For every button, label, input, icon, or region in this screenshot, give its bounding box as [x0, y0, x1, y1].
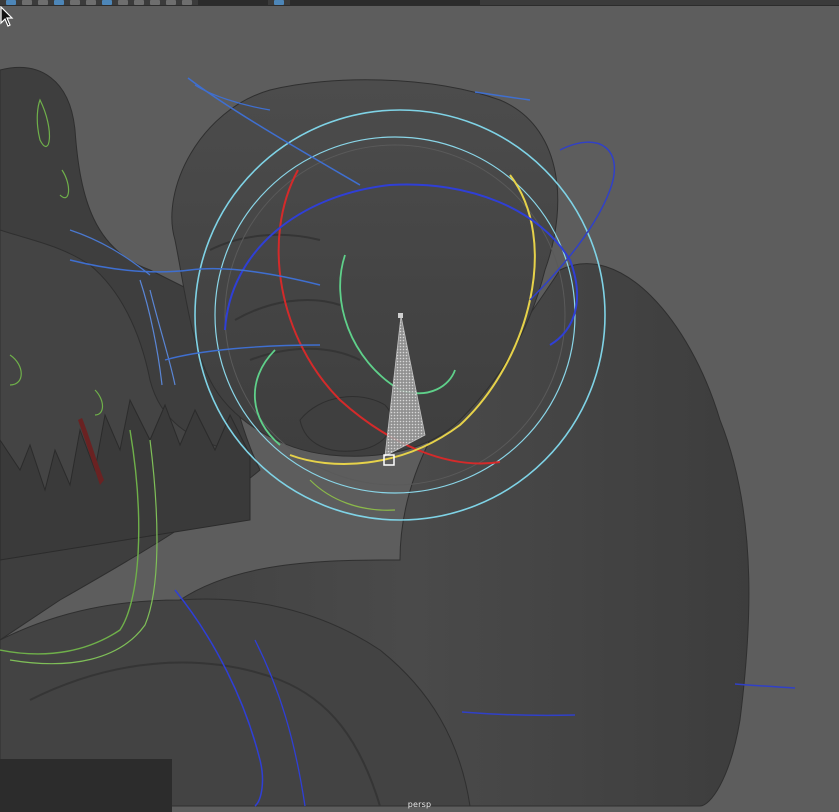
select-tool-button[interactable] — [6, 0, 16, 5]
scale-tool-button[interactable] — [86, 0, 96, 5]
pivot-top-point[interactable] — [398, 313, 403, 318]
snap-grid-button[interactable] — [102, 0, 112, 5]
snap-point-button[interactable] — [134, 0, 144, 5]
render-button[interactable] — [150, 0, 160, 5]
ipr-button[interactable] — [166, 0, 176, 5]
render-settings-button[interactable] — [182, 0, 192, 5]
lasso-tool-button[interactable] — [22, 0, 32, 5]
camera-name-label: persp — [407, 800, 432, 809]
maya-app-window: persp — [0, 0, 839, 812]
3d-viewport[interactable]: persp — [0, 6, 839, 812]
move-tool-button[interactable] — [54, 0, 64, 5]
paint-tool-button[interactable] — [38, 0, 48, 5]
rotate-tool-button[interactable] — [70, 0, 80, 5]
command-field[interactable] — [290, 0, 480, 5]
viewport-canvas[interactable] — [0, 6, 839, 812]
input-mode-button[interactable] — [274, 0, 284, 5]
input-field[interactable] — [198, 0, 268, 5]
mouse-pointer-icon — [0, 6, 14, 27]
snap-curve-button[interactable] — [118, 0, 128, 5]
